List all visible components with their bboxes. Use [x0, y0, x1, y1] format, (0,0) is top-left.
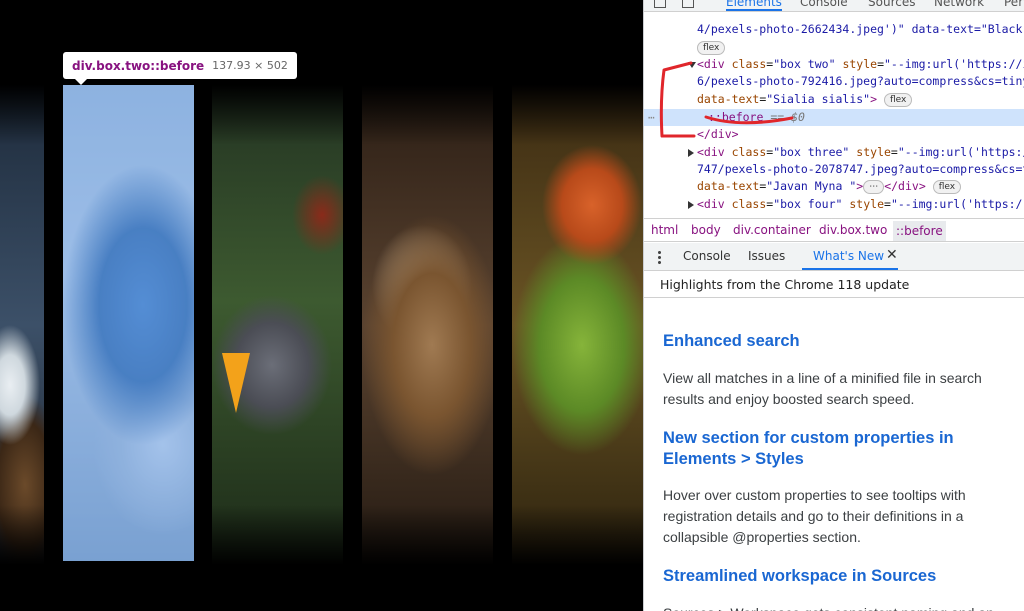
inspect-element-icon[interactable] — [654, 0, 666, 8]
ellipsis-badge[interactable]: ⋯ — [863, 180, 885, 194]
dom-line-box-three[interactable]: <div class="box three" style="--img:url(… — [644, 144, 1024, 161]
tab-sources[interactable]: Sources — [868, 0, 915, 9]
flex-badge[interactable]: flex — [883, 93, 913, 107]
dom-line-box-four[interactable]: <div class="box four" style="--img:url('… — [644, 196, 1024, 213]
tab-console[interactable]: Console — [800, 0, 848, 9]
dom-line[interactable]: </div> — [644, 126, 1024, 143]
drawer-tab-issues[interactable]: Issues — [748, 249, 785, 263]
dom-line[interactable]: 4/pexels-photo-2662434.jpeg')" data-text… — [644, 21, 1024, 38]
dom-line[interactable]: data-text="Sialia sialis"> flex — [644, 91, 1024, 108]
more-actions-icon[interactable]: ⋯ — [648, 109, 655, 126]
whats-new-content: Enhanced search View all matches in a li… — [644, 299, 1024, 611]
device-toolbar-icon[interactable] — [682, 0, 694, 8]
crumb-before[interactable]: ::before — [893, 221, 946, 241]
tab-elements[interactable]: Elements — [726, 0, 782, 11]
dom-line[interactable]: 747/pexels-photo-2078747.jpeg?auto=compr… — [644, 161, 1024, 178]
flex-badge[interactable]: flex — [932, 180, 962, 194]
more-options-icon[interactable] — [658, 250, 661, 264]
web-page-viewport: div.box.two::before 137.93 × 502 — [0, 0, 643, 611]
close-icon[interactable]: ✕ — [886, 247, 898, 263]
active-tab-indicator — [802, 268, 898, 270]
bird-box-two-highlighted — [63, 85, 194, 561]
dom-line[interactable]: 6/pexels-photo-792416.jpeg?auto=compress… — [644, 73, 1024, 90]
section-body: View all matches in a line of a minified… — [663, 370, 982, 407]
collapse-triangle-icon[interactable] — [688, 201, 694, 209]
tab-network[interactable]: Network — [934, 0, 984, 9]
drawer-tab-whats-new[interactable]: What's New — [813, 249, 884, 263]
bird-beak — [222, 353, 250, 413]
drawer-tabbar: Console Issues What's New ✕ — [644, 243, 1024, 271]
dom-line[interactable]: data-text="Javan Myna "> ⋯ </div> flex — [644, 178, 1024, 195]
tooltip-dimensions: 137.93 × 502 — [212, 59, 288, 72]
collapse-triangle-icon[interactable] — [688, 149, 694, 157]
section-heading-link[interactable]: New section for custom properties in Ele… — [663, 428, 1003, 470]
crumb-div-box-two[interactable]: div.box.two — [819, 223, 887, 237]
elements-dom-tree: 4/pexels-photo-2662434.jpeg')" data-text… — [644, 14, 1024, 216]
breadcrumb: html body div.container div.box.two ::be… — [644, 218, 1024, 242]
devtools-panel: Elements Console Sources Network Perf 4/… — [643, 0, 1024, 611]
devtools-main-tabs: Elements Console Sources Network Perf — [644, 0, 1024, 12]
flex-badge[interactable]: flex — [697, 41, 726, 55]
crumb-div-container[interactable]: div.container — [733, 223, 811, 237]
tab-performance[interactable]: Perf — [1004, 0, 1024, 9]
drawer-tab-console[interactable]: Console — [683, 249, 731, 263]
element-highlight-overlay — [63, 85, 194, 561]
crumb-body[interactable]: body — [691, 223, 721, 237]
section-body: Hover over custom properties to see tool… — [663, 487, 966, 545]
crumb-html[interactable]: html — [651, 223, 678, 237]
bird-box-one — [0, 85, 44, 565]
dom-line-box-two[interactable]: <div class="box two" style="--img:url('h… — [644, 56, 1024, 73]
bird-box-four — [362, 85, 493, 565]
inspect-tooltip: div.box.two::before 137.93 × 502 — [63, 52, 297, 85]
section-heading-link[interactable]: Streamlined workspace in Sources — [663, 566, 1003, 587]
bird-box-three — [212, 85, 343, 565]
section-body: Sources > Workspace gets consistent nami… — [663, 603, 1003, 611]
dom-line[interactable]: flex — [644, 39, 1024, 56]
bird-box-five — [512, 85, 643, 565]
section-heading-link[interactable]: Enhanced search — [663, 331, 1003, 352]
dom-line-before-selected[interactable]: ⋯ ::before == $0 — [644, 109, 1024, 126]
tooltip-selector: div.box.two::before — [72, 58, 205, 73]
expand-triangle-icon[interactable] — [688, 62, 696, 68]
whats-new-subheader: Highlights from the Chrome 118 update — [644, 272, 1024, 298]
screen: div.box.two::before 137.93 × 502 Element… — [0, 0, 1024, 611]
